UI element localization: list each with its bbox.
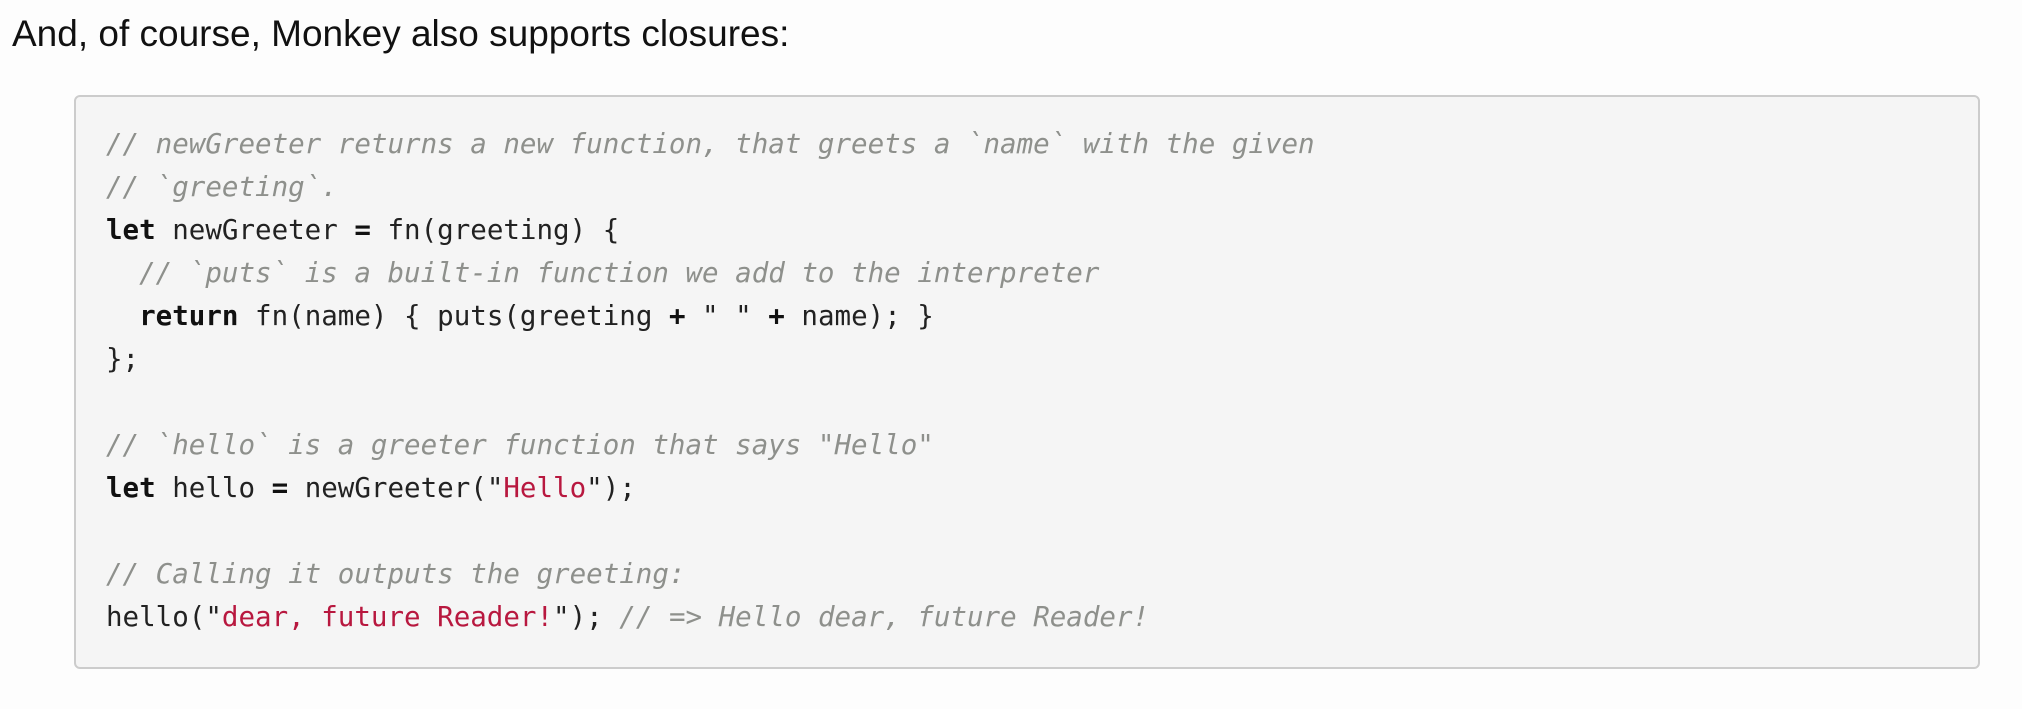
code-operator: = xyxy=(271,472,289,504)
intro-paragraph: And, of course, Monkey also supports clo… xyxy=(12,13,790,54)
code-comment: // => Hello dear, future Reader! xyxy=(619,601,1150,633)
code-keyword: let xyxy=(106,214,156,246)
code-content: // newGreeter returns a new function, th… xyxy=(106,123,1315,639)
code-line: }; xyxy=(106,338,1315,381)
code-string: dear, future Reader! xyxy=(221,601,554,633)
code-text: newGreeter xyxy=(155,214,355,246)
code-comment: // `puts` is a built-in function we add … xyxy=(139,257,1100,289)
code-comment: // `hello` is a greeter function that sa… xyxy=(106,429,934,461)
code-comment: // newGreeter returns a new function, th… xyxy=(106,128,1315,160)
code-operator: + xyxy=(768,300,785,332)
code-keyword: let xyxy=(106,472,156,504)
code-text: }; xyxy=(106,343,140,375)
code-text: " " xyxy=(685,300,769,332)
code-line: let hello = newGreeter("Hello"); xyxy=(106,467,1315,510)
code-text: name); } xyxy=(784,300,934,332)
code-line: // `hello` is a greeter function that sa… xyxy=(106,424,1315,467)
code-text: fn(name) { puts(greeting xyxy=(238,300,669,332)
code-line: return fn(name) { puts(greeting + " " + … xyxy=(106,295,1315,338)
code-text: fn(greeting) { xyxy=(370,214,620,246)
code-line: // newGreeter returns a new function, th… xyxy=(106,123,1315,166)
code-text: hello(" xyxy=(106,601,222,633)
code-line: // `puts` is a built-in function we add … xyxy=(106,252,1315,295)
code-operator: = xyxy=(354,214,371,246)
code-text: hello xyxy=(155,472,272,504)
code-line: hello("dear, future Reader!"); // => Hel… xyxy=(106,596,1315,639)
code-text: newGreeter(" xyxy=(288,472,504,504)
code-line: // `greeting`. xyxy=(106,166,1315,209)
code-text: "); xyxy=(553,601,620,633)
code-string: Hello xyxy=(503,472,587,504)
code-keyword: return xyxy=(139,300,239,332)
code-line: // Calling it outputs the greeting: xyxy=(106,553,1315,596)
code-block: // newGreeter returns a new function, th… xyxy=(74,95,1980,669)
code-operator: + xyxy=(668,300,686,332)
code-text: "); xyxy=(586,472,636,504)
code-comment: // `greeting`. xyxy=(106,171,338,203)
code-comment: // Calling it outputs the greeting: xyxy=(106,558,686,590)
code-line: let newGreeter = fn(greeting) { xyxy=(106,209,1315,252)
